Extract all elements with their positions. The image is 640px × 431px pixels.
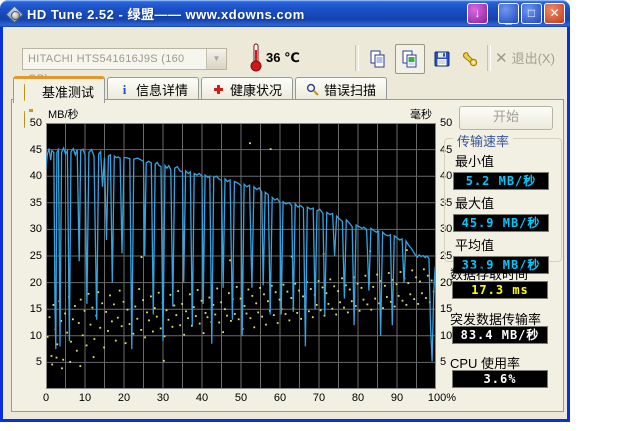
avg-label: 平均值	[455, 238, 495, 253]
x-tick: 90	[390, 392, 404, 404]
copy-info-button[interactable]	[363, 44, 393, 74]
y-tick: 50	[29, 117, 42, 129]
y-tick: 15	[29, 303, 42, 315]
x-tick: 30	[156, 392, 170, 404]
access-time-display: 17.3 ms	[452, 281, 548, 299]
chart-canvas	[45, 123, 436, 389]
x-tick: 0	[42, 392, 50, 404]
tab-health[interactable]: 健康状况	[201, 77, 294, 100]
toolbar-separator	[355, 45, 359, 71]
group-title: 传输速率	[453, 131, 514, 150]
magnifier-icon	[306, 83, 319, 96]
tab-info[interactable]: i 信息详情	[107, 77, 200, 100]
maximize-button[interactable]: □	[521, 3, 542, 24]
close-x-icon: ✕	[495, 49, 508, 67]
y-tick: 40	[29, 170, 42, 182]
minimize-button[interactable]: _	[498, 3, 519, 26]
min-metric: 最小值 5.2 MB/秒	[453, 151, 561, 190]
y-axis-label-right: 毫秒	[410, 109, 432, 121]
download-arrow-button[interactable]: ↓	[467, 3, 488, 24]
y-tick: 45	[29, 144, 42, 156]
tab-error-scan[interactable]: 错误扫描	[295, 77, 388, 100]
drive-select-value: HITACHI HTS541616J9S (160 GB)	[28, 53, 185, 85]
y-tick: 25	[29, 250, 42, 262]
burst-rate-display: 83.4 MB/秒	[452, 326, 548, 344]
app-window: HD Tune 2.52 - 绿盟—— www.xdowns.com ↓ _ □…	[0, 0, 570, 422]
min-value-display: 5.2 MB/秒	[453, 172, 549, 190]
minimize-icon: _	[505, 12, 512, 26]
y-tick: 5	[35, 356, 42, 368]
copy-image-icon	[402, 50, 417, 68]
y-tick: 35	[29, 197, 42, 209]
save-screenshot-button[interactable]	[427, 44, 457, 74]
x-tick: 10	[78, 392, 92, 404]
copy-icon	[370, 50, 385, 68]
min-label: 最小值	[455, 154, 495, 169]
tab-strip: 基准测试 i 信息详情 健康状况 错误扫描	[13, 76, 389, 128]
x-tick: 20	[117, 392, 131, 404]
x-tick: 50	[234, 392, 248, 404]
y-tick: 10	[29, 330, 42, 342]
health-cross-icon	[212, 83, 225, 96]
start-button[interactable]: 开始	[459, 106, 553, 130]
benchmark-panel: MB/秒 毫秒 50 45 40 35 30 25 20 15 10 5 50 45 40 35 30 25…	[11, 99, 564, 412]
y-tick: 30	[29, 223, 42, 235]
chevron-down-icon: ▼	[206, 49, 226, 69]
tab-label: 基准测试	[42, 84, 95, 100]
save-icon	[434, 51, 450, 67]
exit-label: 退出(X)	[511, 51, 555, 66]
x-tick: 70	[312, 392, 326, 404]
toolbar-separator	[487, 45, 491, 71]
x-tick: 40	[195, 392, 209, 404]
client-area: HITACHI HTS541616J9S (160 GB) ▼ 36 ℃	[0, 27, 570, 422]
x-tick: 100%	[427, 392, 457, 404]
close-button[interactable]: ✕	[544, 3, 565, 24]
transfer-rate-group: 传输速率 最小值 5.2 MB/秒 最大值 45.9 MB/秒 平均值 33.9…	[444, 131, 562, 274]
max-label: 最大值	[455, 196, 495, 211]
info-icon: i	[122, 81, 127, 97]
x-tick: 80	[351, 392, 365, 404]
temperature-value: 36 ℃	[266, 50, 300, 65]
tab-label: 信息详情	[136, 82, 189, 98]
y-tick: 20	[29, 277, 42, 289]
title-bar[interactable]: HD Tune 2.52 - 绿盟—— www.xdowns.com ↓ _ □…	[0, 0, 570, 27]
wrench-icon	[463, 52, 478, 67]
x-tick: 60	[273, 392, 287, 404]
exit-button[interactable]: ✕ 退出(X)	[495, 48, 555, 67]
cpu-usage-display: 3.6%	[452, 370, 548, 388]
drive-select[interactable]: HITACHI HTS541616J9S (160 GB) ▼	[22, 48, 227, 85]
tab-benchmark[interactable]: 基准测试	[13, 76, 106, 128]
tab-label: 错误扫描	[324, 82, 377, 98]
max-metric: 最大值 45.9 MB/秒	[453, 193, 561, 232]
bulb-icon	[24, 83, 37, 128]
benchmark-chart	[45, 123, 436, 389]
app-icon	[5, 4, 24, 24]
options-button[interactable]	[455, 44, 485, 74]
copy-screenshot-button[interactable]	[395, 44, 425, 74]
y-axis-label-left: MB/秒	[48, 109, 79, 121]
tab-label: 健康状况	[230, 82, 283, 98]
window-title: HD Tune 2.52 - 绿盟—— www.xdowns.com	[27, 7, 305, 22]
thermometer-icon	[250, 43, 262, 72]
max-value-display: 45.9 MB/秒	[453, 214, 549, 232]
